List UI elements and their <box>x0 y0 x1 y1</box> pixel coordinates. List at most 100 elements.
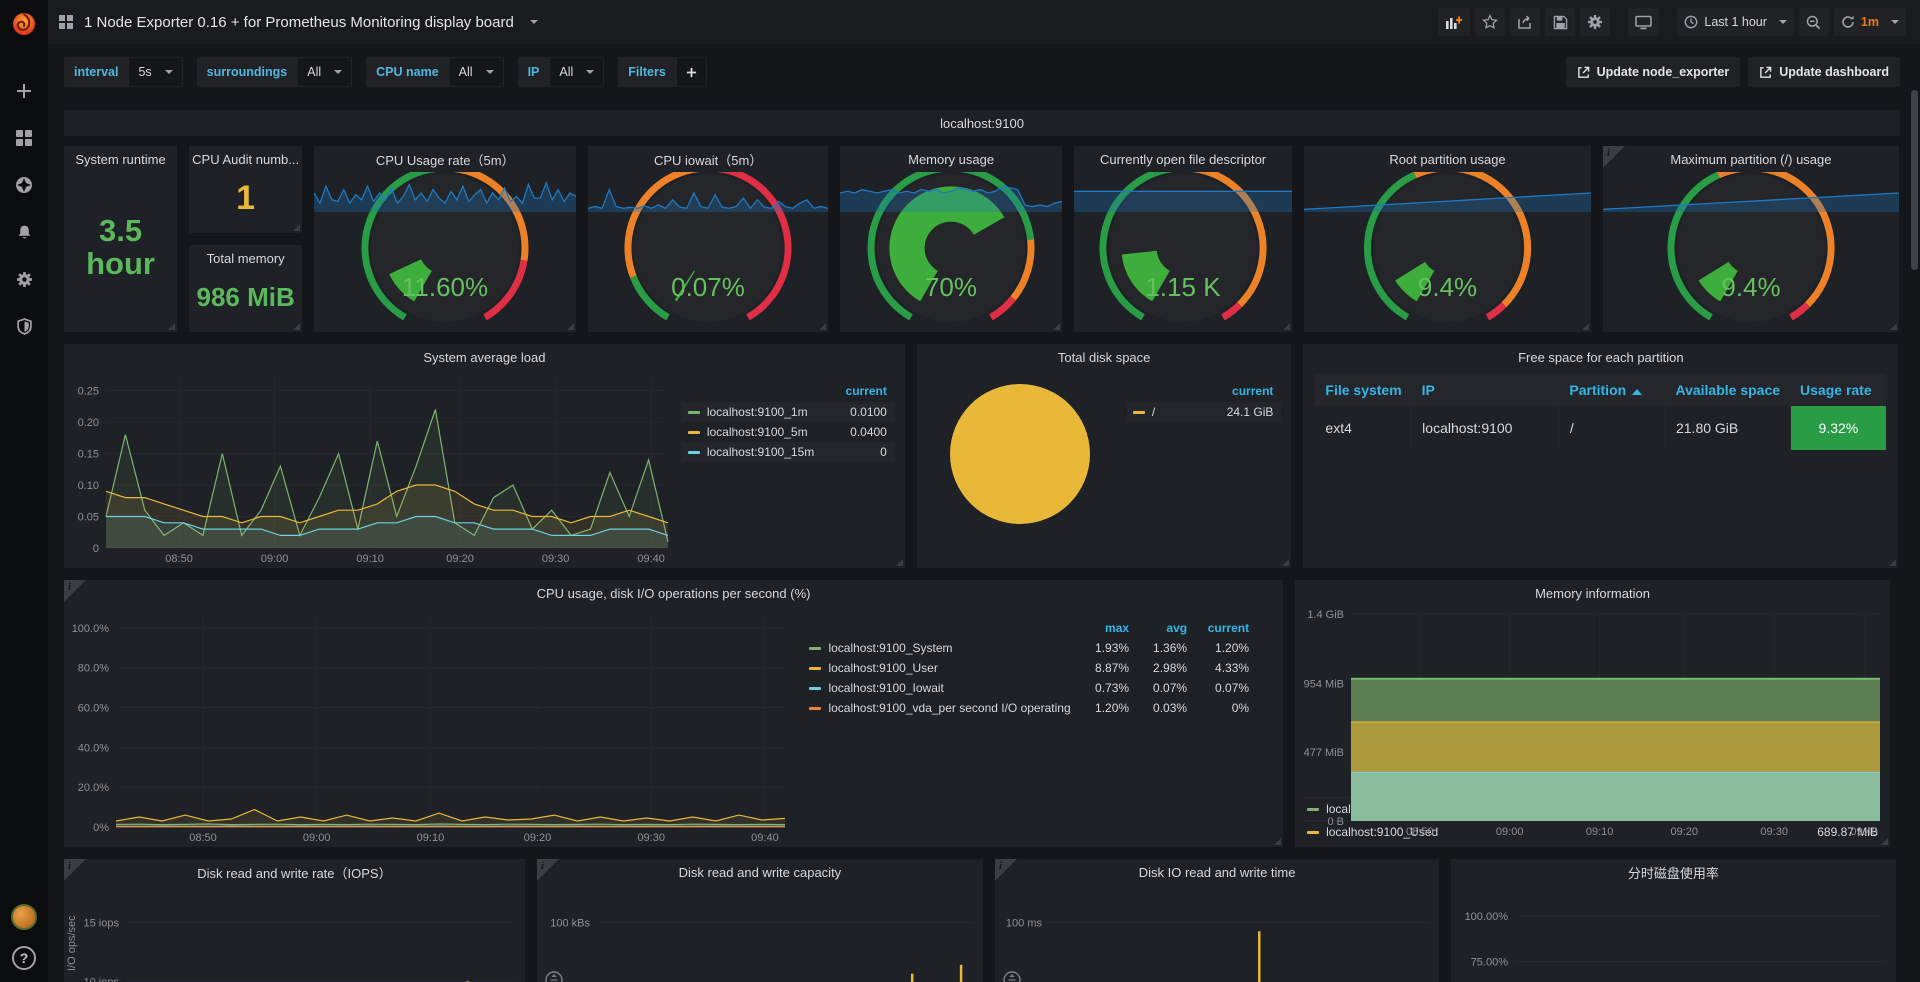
info-icon[interactable]: i <box>64 580 86 602</box>
system-load-chart[interactable]: 08:5009:0009:1009:2009:3009:4000.050.100… <box>64 370 678 568</box>
cell-partition: / <box>1559 406 1665 450</box>
y-axis-arrows-icon[interactable] <box>545 967 563 982</box>
legend-item[interactable]: localhost:9100_Iowait0.73%0.07%0.07% <box>799 678 1259 698</box>
svg-text:09:00: 09:00 <box>303 832 331 844</box>
server-admin-shield-icon[interactable] <box>10 313 38 339</box>
var-cpu-name-value[interactable]: All <box>449 57 504 87</box>
add-icon[interactable] <box>10 78 38 104</box>
info-icon[interactable]: i <box>64 859 86 881</box>
legend-item[interactable]: localhost:9100_5m0.0400 <box>682 422 895 442</box>
panel-title[interactable]: CPU Audit numb... <box>189 146 302 172</box>
panel-title[interactable]: System runtime <box>64 146 177 172</box>
col-usage-rate[interactable]: Usage rate <box>1790 374 1886 406</box>
panel-title[interactable]: Root partition usage <box>1304 146 1591 172</box>
panel-title[interactable]: CPU usage, disk I/O operations per secon… <box>64 580 1283 606</box>
panel-title[interactable]: System average load <box>64 344 905 370</box>
row-header-localhost[interactable]: localhost:9100 <box>64 110 1900 136</box>
zoom-out-button[interactable] <box>1799 8 1829 36</box>
panel-title[interactable]: Free space for each partition <box>1303 344 1898 370</box>
dashboard-grid-icon[interactable] <box>58 14 74 30</box>
panel-title[interactable]: Memory usage <box>840 146 1062 172</box>
legend-header[interactable]: current <box>682 382 895 402</box>
col-ip[interactable]: IP <box>1412 374 1560 406</box>
var-surroundings-value[interactable]: All <box>297 57 352 87</box>
panel-title[interactable]: CPU Usage rate（5m） <box>314 146 576 172</box>
panel-title[interactable]: Total disk space <box>917 344 1292 370</box>
gauge-memory-usage: 70% <box>840 172 1062 332</box>
info-icon[interactable]: i <box>537 859 559 881</box>
legend-item[interactable]: /24.1 GiB <box>1127 402 1282 422</box>
star-button[interactable] <box>1475 8 1505 36</box>
configuration-gear-icon[interactable] <box>10 266 38 292</box>
update-dashboard-button[interactable]: Update dashboard <box>1748 57 1900 87</box>
panel-title[interactable]: Disk IO read and write time <box>995 859 1439 885</box>
cpu-usage-chart[interactable]: 08:5009:0009:1009:2009:3009:400%20.0%40.… <box>64 606 795 847</box>
refresh-button[interactable]: 1m <box>1834 8 1906 36</box>
var-cpu-name-label: CPU name <box>366 57 449 87</box>
disk-usage-pct-chart[interactable]: 100.00%75.00% <box>1451 885 1895 982</box>
legend-item[interactable]: localhost:9100_User8.87%2.98%4.33% <box>799 658 1259 678</box>
dashboards-icon[interactable] <box>10 125 38 151</box>
svg-text:0.07%: 0.07% <box>671 272 745 302</box>
legend-item[interactable]: localhost:9100_System1.93%1.36%1.20% <box>799 638 1259 658</box>
col-available-space[interactable]: Available space <box>1665 374 1790 406</box>
disk-iops-chart[interactable]: 15 iops10 iopsI/O ops/sec <box>64 885 525 982</box>
legend-sort-max[interactable]: max <box>1071 621 1129 635</box>
add-panel-button[interactable] <box>1438 8 1470 36</box>
system-load-legend: currentlocalhost:9100_1m0.0100localhost:… <box>678 370 905 568</box>
svg-text:09:00: 09:00 <box>261 553 289 565</box>
info-icon[interactable]: i <box>995 859 1017 881</box>
panel-title[interactable]: Disk read and write rate（IOPS） <box>64 859 525 885</box>
disk-capacity-chart[interactable]: 100 kBs50 kBs <box>537 885 983 982</box>
legend-item[interactable]: localhost:9100_15m0 <box>682 442 895 462</box>
filters-label: Filters <box>618 57 676 87</box>
panel-title[interactable]: Maximum partition (/) usage <box>1603 146 1899 172</box>
panel-title[interactable]: Currently open file descriptor <box>1074 146 1292 172</box>
cycle-view-tv-button[interactable] <box>1628 8 1659 36</box>
scrollbar-thumb[interactable] <box>1911 90 1918 270</box>
time-range-picker[interactable]: Last 1 hour <box>1677 8 1794 36</box>
panel-title[interactable]: CPU iowait（5m） <box>588 146 828 172</box>
panel-title[interactable]: Disk read and write capacity <box>537 859 983 885</box>
var-interval-label: interval <box>64 57 128 87</box>
var-interval-value[interactable]: 5s <box>128 57 182 87</box>
disk-space-pie[interactable] <box>950 384 1090 524</box>
user-avatar[interactable] <box>11 904 37 930</box>
grafana-logo[interactable] <box>0 0 48 48</box>
col-file-system[interactable]: File system <box>1315 374 1411 406</box>
dashboard-title[interactable]: 1 Node Exporter 0.16 + for Prometheus Mo… <box>84 14 514 31</box>
legend-item[interactable]: localhost:9100_1m0.0100 <box>682 402 895 422</box>
col-partition[interactable]: Partition <box>1559 374 1665 406</box>
cell-ip: localhost:9100 <box>1412 406 1560 450</box>
scrollbar[interactable] <box>1911 50 1918 970</box>
disk-io-time-chart[interactable]: 100 ms50 ms <box>995 885 1439 982</box>
table-row[interactable]: ext4 localhost:9100 / 21.80 GiB 9.32% <box>1315 406 1886 450</box>
legend-sort-current[interactable]: current <box>1187 621 1249 635</box>
panel-title[interactable]: 分时磁盘使用率 <box>1451 859 1895 885</box>
panel-title[interactable]: Memory information <box>1295 580 1890 606</box>
memory-info-chart[interactable]: 08:5009:0009:1009:2009:3009:400 B477 MiB… <box>1295 606 1890 779</box>
info-icon[interactable]: i <box>1603 146 1625 168</box>
svg-text:0.10: 0.10 <box>78 480 99 492</box>
panel-title[interactable]: Total memory <box>189 245 302 271</box>
svg-text:1.4 GiB: 1.4 GiB <box>1307 609 1344 621</box>
settings-gear-button[interactable] <box>1580 8 1610 36</box>
svg-text:80.0%: 80.0% <box>78 663 109 675</box>
help-icon[interactable]: ? <box>12 946 36 970</box>
alerting-bell-icon[interactable] <box>10 219 38 245</box>
refresh-caret-icon <box>1891 20 1899 24</box>
y-axis-arrows-icon[interactable] <box>1003 967 1021 982</box>
share-button[interactable] <box>1510 8 1540 36</box>
legend-item[interactable]: localhost:9100_vda_per second I/O operat… <box>799 698 1259 718</box>
explore-icon[interactable] <box>10 172 38 198</box>
add-filter-button[interactable] <box>676 57 707 87</box>
var-ip: IP All <box>518 57 605 87</box>
legend-sort-avg[interactable]: avg <box>1129 621 1187 635</box>
legend-header[interactable]: current <box>1127 382 1282 402</box>
update-node-exporter-button[interactable]: Update node_exporter <box>1566 57 1741 87</box>
save-button[interactable] <box>1545 8 1575 36</box>
var-ip-value[interactable]: All <box>549 57 604 87</box>
navbar: 1 Node Exporter 0.16 + for Prometheus Mo… <box>48 0 1920 44</box>
gauge-open-file-descriptor: 1.15 K <box>1074 172 1292 332</box>
svg-text:08:50: 08:50 <box>1406 826 1434 838</box>
